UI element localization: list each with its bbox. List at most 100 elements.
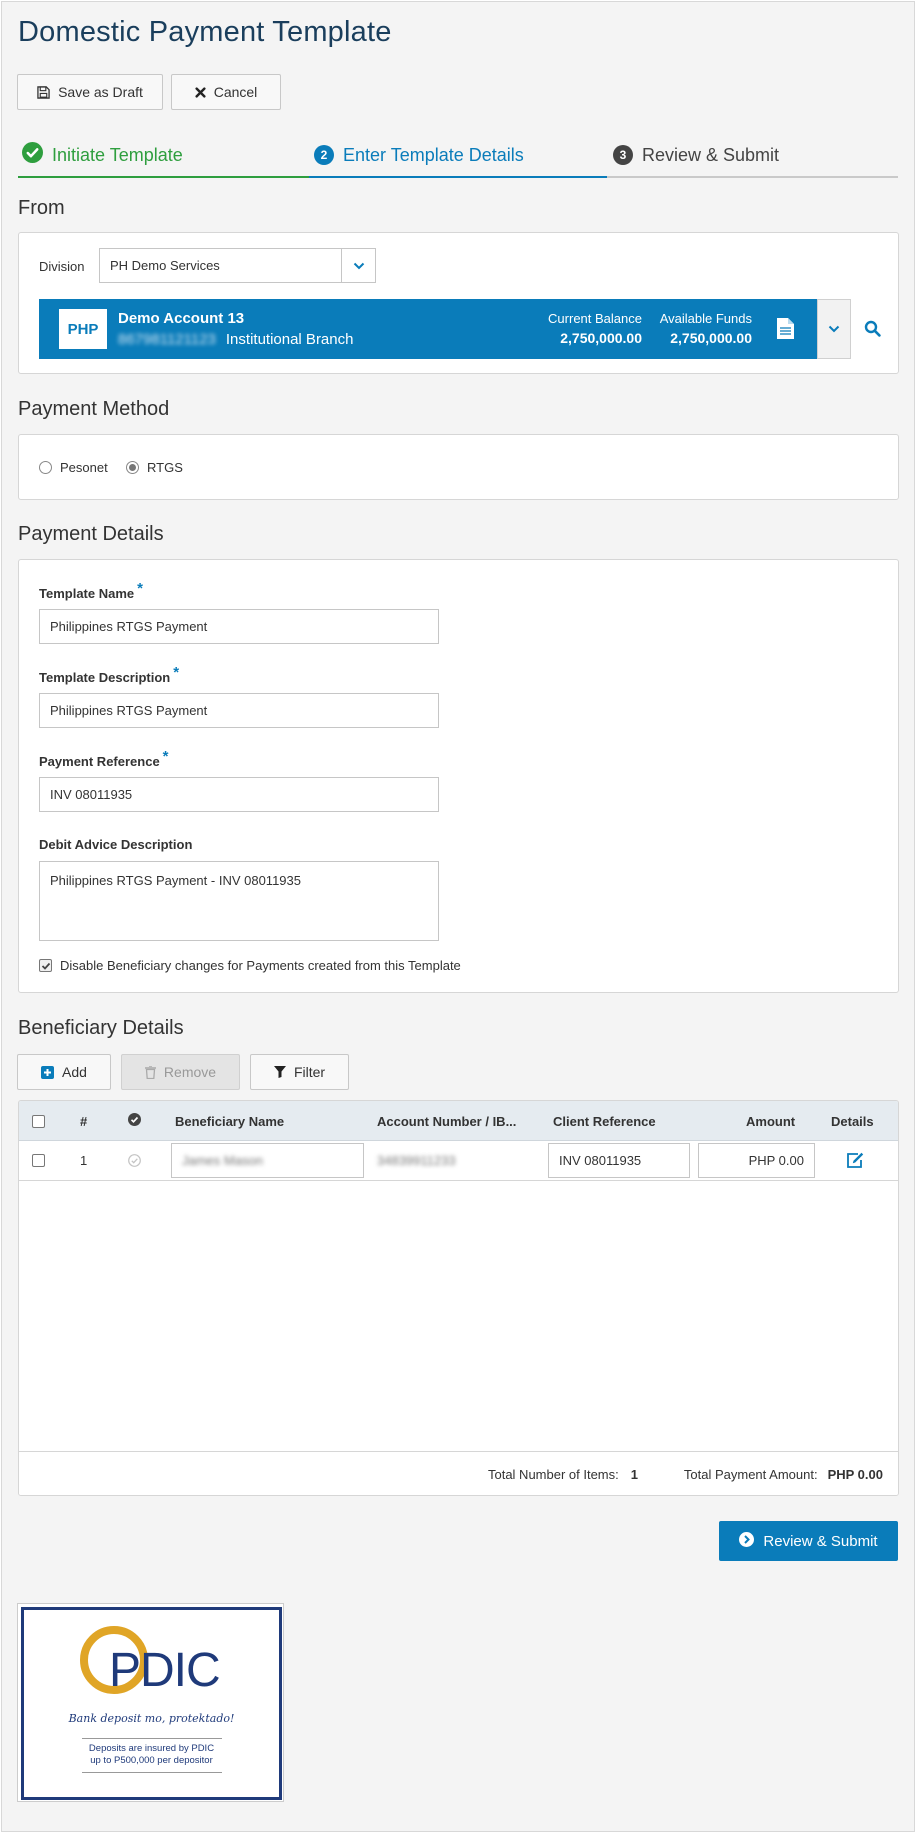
plus-square-icon <box>41 1065 55 1079</box>
disable-beneficiary-changes-label: Disable Beneficiary changes for Payments… <box>60 958 461 973</box>
payment-reference-label-text: Payment Reference <box>39 754 160 769</box>
review-submit-label: Review & Submit <box>763 1532 878 1550</box>
document-icon[interactable] <box>777 318 794 344</box>
row-client-reference-input[interactable]: INV 08011935 <box>548 1143 690 1178</box>
radio-pesonet-circle <box>39 461 52 474</box>
current-balance-value: 2,750,000.00 <box>560 330 642 346</box>
check-circle-icon <box>22 142 43 168</box>
total-items: Total Number of Items: 1 <box>488 1467 638 1482</box>
column-account-number[interactable]: Account Number / IB... <box>377 1101 516 1141</box>
account-name: Demo Account 13 <box>118 310 245 327</box>
pdic-tagline: Bank deposit mo, protektado! <box>68 1712 235 1725</box>
table-footer: Total Number of Items: 1 Total Payment A… <box>19 1451 898 1495</box>
progress-stepper: Initiate Template 2 Enter Template Detai… <box>18 132 898 178</box>
radio-pesonet[interactable]: Pesonet <box>39 460 108 475</box>
row-amount-input[interactable]: PHP 0.00 <box>698 1143 815 1178</box>
payment-method-panel: Pesonet RTGS <box>18 434 899 500</box>
total-amount-value: PHP 0.00 <box>827 1467 883 1482</box>
template-description-label: Template Description * <box>39 664 179 686</box>
pdic-note: Deposits are insured by PDIC up to P500,… <box>24 1743 279 1767</box>
row-account-number-text: 34839911233 <box>377 1153 456 1168</box>
chevron-down-icon <box>828 320 840 338</box>
from-section-title: From <box>18 197 65 219</box>
page-title: Domestic Payment Template <box>18 16 392 48</box>
checkbox-checked-icon <box>39 959 52 972</box>
filter-label: Filter <box>293 1064 326 1080</box>
remove-label: Remove <box>163 1064 217 1080</box>
filter-button[interactable]: Filter <box>250 1054 349 1090</box>
filter-funnel-icon <box>273 1066 286 1078</box>
required-marker: * <box>162 748 169 765</box>
save-as-draft-label: Save as Draft <box>58 84 143 100</box>
available-funds-value: 2,750,000.00 <box>670 330 752 346</box>
column-details: Details <box>831 1113 874 1129</box>
floppy-disk-icon <box>37 85 50 99</box>
template-description-label-text: Template Description <box>39 670 171 685</box>
template-name-input[interactable]: Philippines RTGS Payment <box>39 609 439 644</box>
review-submit-button[interactable]: Review & Submit <box>719 1521 898 1561</box>
add-beneficiary-button[interactable]: Add <box>17 1054 111 1090</box>
selected-account-card[interactable]: PHP Demo Account 13 867981121123 Institu… <box>39 299 817 359</box>
search-icon[interactable] <box>864 320 881 342</box>
table-row: 1 James Mason 34839911233 INV 08011935 P… <box>19 1141 898 1181</box>
payment-reference-input[interactable]: INV 08011935 <box>39 777 439 812</box>
pdic-frame: PDIC Bank deposit mo, protektado! Deposi… <box>21 1607 282 1800</box>
division-select[interactable]: PH Demo Services <box>99 248 347 283</box>
radio-rtgs-circle <box>126 461 139 474</box>
row-account-number: 34839911233 <box>377 1153 456 1168</box>
step-2-number: 2 <box>314 145 334 165</box>
row-beneficiary-name-input[interactable]: James Mason <box>171 1143 364 1178</box>
row-status-icon <box>128 1154 141 1167</box>
column-client-reference[interactable]: Client Reference <box>553 1101 656 1141</box>
save-as-draft-button[interactable]: Save as Draft <box>17 74 163 110</box>
step-2-label: Enter Template Details <box>343 144 524 165</box>
payment-details-panel: Template Name * Philippines RTGS Payment … <box>18 559 899 993</box>
required-marker: * <box>137 580 143 597</box>
chevron-down-icon <box>353 257 365 275</box>
current-balance-label: Current Balance <box>548 311 642 326</box>
close-icon <box>195 86 206 98</box>
column-amount[interactable]: Amount <box>746 1101 795 1141</box>
row-index: 1 <box>80 1153 88 1168</box>
disable-beneficiary-changes-checkbox[interactable]: Disable Beneficiary changes for Payments… <box>39 958 461 973</box>
debit-advice-textarea[interactable]: Philippines RTGS Payment - INV 08011935 <box>39 861 439 941</box>
division-dropdown-toggle[interactable] <box>341 248 376 283</box>
step-enter-template-details[interactable]: 2 Enter Template Details <box>314 132 524 178</box>
chevron-circle-right-icon <box>739 1531 755 1551</box>
radio-rtgs-label: RTGS <box>147 460 183 475</box>
checkbox-unchecked-icon <box>32 1154 45 1167</box>
division-label: Division <box>39 259 85 274</box>
step-review-submit[interactable]: 3 Review & Submit <box>613 132 779 178</box>
payment-reference-label: Payment Reference * <box>39 748 169 770</box>
cancel-button[interactable]: Cancel <box>171 74 281 110</box>
pdic-divider-bottom <box>82 1772 222 1773</box>
select-all-checkbox[interactable] <box>32 1101 45 1141</box>
add-label: Add <box>62 1064 87 1080</box>
column-status <box>128 1101 141 1141</box>
payment-details-section-title: Payment Details <box>18 523 164 545</box>
radio-rtgs[interactable]: RTGS <box>126 460 183 475</box>
pdic-note-line2: up to P500,000 per depositor <box>90 1755 213 1766</box>
step-initiate-template[interactable]: Initiate Template <box>22 132 183 178</box>
row-beneficiary-name: James Mason <box>182 1153 263 1168</box>
template-description-input[interactable]: Philippines RTGS Payment <box>39 693 439 728</box>
column-beneficiary-name[interactable]: Beneficiary Name <box>175 1101 284 1141</box>
row-checkbox[interactable] <box>32 1154 45 1167</box>
template-name-label-text: Template Name <box>39 586 135 601</box>
edit-details-icon[interactable] <box>846 1152 864 1169</box>
step-3-number: 3 <box>613 145 633 165</box>
step-3-label: Review & Submit <box>642 144 780 165</box>
pdic-note-line1: Deposits are insured by PDIC <box>88 1743 215 1754</box>
account-dropdown-toggle[interactable] <box>817 299 851 359</box>
table-header: # Beneficiary Name Account Number / IB..… <box>19 1101 898 1141</box>
beneficiary-table: # Beneficiary Name Account Number / IB..… <box>18 1100 899 1496</box>
page: Domestic Payment Template Save as Draft … <box>1 1 915 1832</box>
checkbox-unchecked-icon <box>32 1114 45 1128</box>
account-subline: 867981121123 Institutional Branch <box>118 331 353 348</box>
step-1-label: Initiate Template <box>52 144 183 165</box>
check-circle-icon <box>128 1113 141 1129</box>
account-number: 867981121123 <box>118 331 216 348</box>
pdic-logo-text: PDIC <box>109 1644 221 1697</box>
total-items-label: Total Number of Items: <box>487 1467 619 1482</box>
remove-beneficiary-button[interactable]: Remove <box>121 1054 240 1090</box>
